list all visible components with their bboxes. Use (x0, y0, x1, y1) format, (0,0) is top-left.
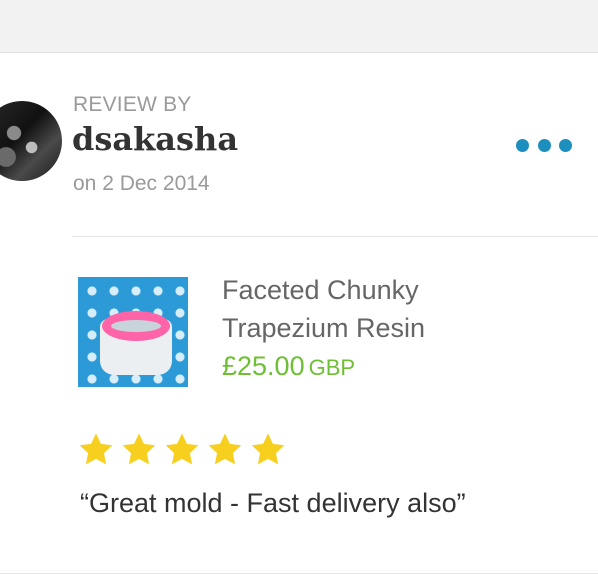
star-icon (208, 433, 242, 465)
product-title-line-1: Faceted Chunky (222, 275, 419, 305)
more-dot (516, 138, 529, 152)
product-thumbnail[interactable] (78, 277, 188, 387)
more-options-icon[interactable] (516, 133, 572, 157)
review-date: on 2 Dec 2014 (73, 172, 210, 195)
product-title[interactable]: Faceted Chunky Trapezium Resin (222, 271, 542, 347)
review-by-label: REVIEW BY (73, 93, 192, 116)
more-dot (559, 138, 572, 152)
price-currency: GBP (308, 355, 356, 380)
more-dot (537, 138, 551, 152)
resin-ring (102, 311, 170, 341)
star-icon (165, 433, 199, 465)
product-price: £25.00 GBP (222, 351, 355, 382)
top-bar (0, 0, 598, 53)
review-card: REVIEW BY dsakasha on 2 Dec 2014 Faceted… (0, 53, 598, 574)
reviewer-name[interactable]: dsakasha (72, 120, 238, 158)
star-icon (122, 433, 156, 465)
star-rating (77, 431, 287, 471)
avatar[interactable] (0, 101, 62, 181)
product-title-line-2: Trapezium Resin (222, 313, 426, 343)
divider (72, 236, 598, 237)
review-text: “Great mold - Fast delivery also” (80, 488, 466, 518)
star-icon (79, 433, 113, 465)
price-amount: £25.00 (222, 351, 305, 381)
star-icon (251, 433, 285, 465)
